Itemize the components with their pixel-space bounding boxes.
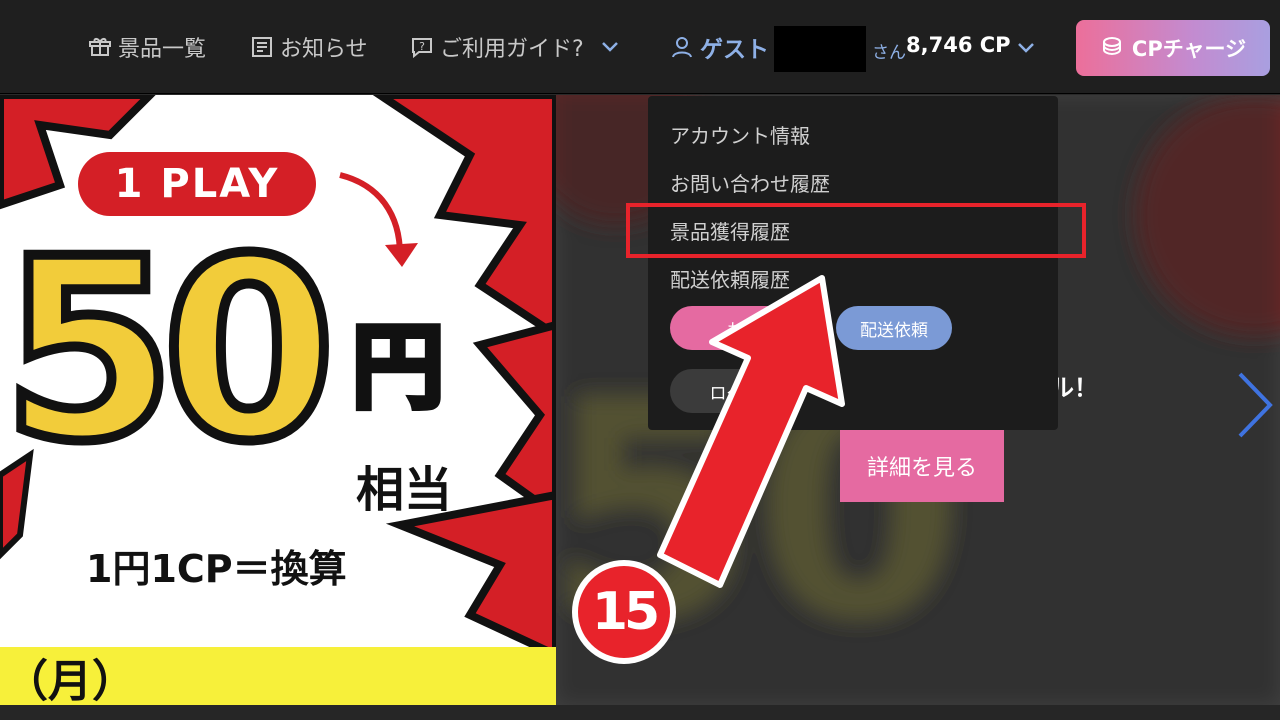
user-name: ゲスト [700,37,769,63]
pink-action-button[interactable]: お [670,306,800,350]
account-dropdown-menu: アカウント情報 お問い合わせ履歴 景品獲得履歴 配送依頼履歴 お 配送依頼 ログ… [648,96,1058,430]
view-details-button[interactable]: 詳細を見る [840,430,1004,502]
step-number: 15 [578,566,670,658]
points-balance: 8,746 CP [906,33,1011,57]
nav-prizes[interactable]: 景品一覧 [88,30,206,64]
step-number-badge: 15 [572,560,676,664]
menu-inquiry-history[interactable]: お問い合わせ履歴 [670,168,830,197]
chevron-down-icon[interactable] [1016,40,1036,59]
coin-icon [1100,34,1124,62]
carousel-next-icon[interactable] [1232,370,1276,444]
menu-account-info[interactable]: アカウント情報 [670,120,810,149]
promo-banner-left[interactable]: 1 PLAY 50 円 相当 1円1CP＝換算 （月） [0,95,556,705]
conversion-text: 1円1CP＝換算 [86,547,347,591]
highlight-box [626,203,1086,258]
logout-button[interactable]: ログア [670,369,800,413]
shipping-request-button[interactable]: 配送依頼 [836,306,952,350]
cp-charge-button[interactable]: CPチャージ [1076,20,1270,76]
yen-glyph: 円 [349,314,447,421]
guide-icon: ? [410,35,434,59]
news-icon [250,35,274,59]
redacted-username [774,26,866,72]
weekday-label: （月） [4,656,136,705]
big-price-number: 50 [0,205,341,496]
menu-shipping-history[interactable]: 配送依頼履歴 [670,264,790,293]
nav-guide[interactable]: ? ご利用ガイド? [410,30,620,64]
user-suffix: さん [872,43,906,63]
nav-prizes-label: 景品一覧 [118,37,207,62]
nav-news-label: お知らせ [280,37,368,62]
footer-strip [0,705,1280,720]
chevron-down-icon[interactable] [600,35,620,60]
user-icon [670,35,694,59]
nav-guide-label: ご利用ガイド? [440,37,584,62]
svg-text:?: ? [419,40,425,53]
prize-icon [88,35,112,59]
top-header: 景品一覧 お知らせ ? ご利用ガイド? ゲスト さん 8,746 CP CPチャ… [0,0,1280,94]
user-menu[interactable]: ゲスト [670,30,769,64]
equivalent-label: 相当 [356,462,453,518]
nav-news[interactable]: お知らせ [250,30,368,64]
cp-charge-label: CPチャージ [1131,37,1247,61]
